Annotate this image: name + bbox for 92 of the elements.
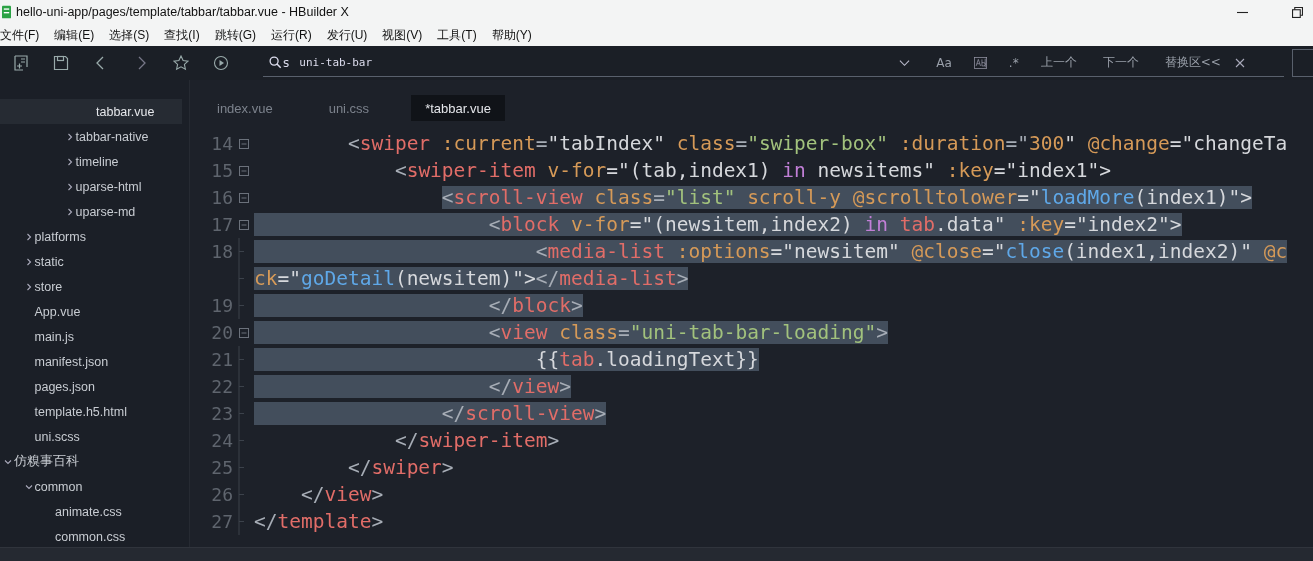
chevron-right-icon[interactable] [65, 157, 74, 166]
tree-item[interactable]: uparse-html [0, 174, 182, 199]
tree-item[interactable]: animate.css [0, 499, 182, 524]
chevron-down-icon[interactable] [4, 457, 12, 466]
line-number: 22 [210, 376, 233, 397]
line-number: 25 [210, 457, 233, 478]
chevron-right-icon[interactable] [24, 232, 33, 241]
regex-button[interactable]: .* [1008, 55, 1019, 70]
tree-item[interactable]: common [0, 474, 182, 499]
code-line: <swiper-item v-for="(tab,index1) in newsitems" :key="index1"> [393, 159, 1112, 182]
tree-item[interactable]: pages.json [0, 374, 182, 399]
chevron-down-icon[interactable] [24, 482, 33, 491]
whole-word-icon[interactable] [973, 56, 987, 69]
chevron-right-icon[interactable] [65, 182, 74, 191]
line-number: 19 [210, 295, 233, 316]
code-line: {{tab.loadingText}} [254, 348, 759, 371]
menu-item[interactable]: 帮助(Y) [491, 26, 532, 44]
tree-item[interactable]: template.h5.html [0, 399, 182, 424]
search-field[interactable]: uni-tab-bar [299, 56, 890, 69]
code-line: </scroll-view> [254, 402, 607, 425]
menu-item[interactable]: 查找(I) [164, 26, 200, 44]
menu-item[interactable]: 视图(V) [382, 26, 423, 44]
search-mode: s [283, 55, 290, 70]
line-number: 27 [210, 511, 233, 532]
tree-item[interactable]: static [0, 249, 182, 274]
star-icon[interactable] [173, 55, 189, 71]
line-number: 14 [210, 133, 233, 154]
menu-item[interactable]: 文件(F) [0, 26, 40, 44]
line-number: 26 [210, 484, 233, 505]
chevron-right-icon[interactable] [65, 207, 74, 216]
caret-icon[interactable] [899, 58, 911, 67]
code-line: </block> [254, 294, 583, 317]
fold-icon[interactable] [238, 165, 249, 176]
tree-item[interactable]: main.js [0, 324, 182, 349]
window-title: hello-uni-app/pages/template/tabbar/tabbar.vue - HBuilder X [16, 5, 349, 19]
tree-item[interactable]: common.css [0, 524, 182, 549]
tree-item[interactable]: tabbar.vue [0, 99, 182, 124]
code-line: </view> [254, 375, 571, 398]
editor-tab[interactable]: index.vue [215, 95, 287, 121]
line-number: 23 [210, 403, 233, 424]
fold-icon[interactable] [238, 327, 249, 338]
menu-item[interactable]: 编辑(E) [54, 26, 95, 44]
tree-item[interactable]: uni.scss [0, 424, 182, 449]
fold-icon[interactable] [238, 138, 249, 149]
menu-item[interactable]: 选择(S) [109, 26, 150, 44]
tree-item[interactable]: tabbar-native [0, 124, 182, 149]
code-line: <scroll-view class="list" scroll-y @scrolltolower="loadMore(index1)"> [440, 186, 1252, 209]
menu-item[interactable]: 跳转(G) [214, 26, 256, 44]
chevron-right-icon[interactable] [24, 282, 33, 291]
menu-item[interactable]: 运行(R) [271, 26, 312, 44]
code-line: <block v-for="(newsitem,index2) in tab.data" :key="index2"> [254, 213, 1182, 236]
line-number: 16 [210, 187, 233, 208]
tree-item[interactable]: store [0, 274, 182, 299]
line-number: 20 [210, 322, 233, 343]
line-number: 24 [210, 430, 233, 451]
code-line: <swiper :current="tabIndex" class="swiper-box" :duration="300" @change="changeTa [346, 132, 1288, 155]
save-icon[interactable] [53, 55, 69, 71]
code-line: <media-list :options="newsitem" @close="close(index1,index2)" @c [254, 240, 1288, 263]
line-number: 18 [210, 241, 233, 262]
new-file-icon[interactable] [13, 55, 29, 71]
menu-item[interactable]: 工具(T) [437, 26, 477, 44]
next-button[interactable]: 下一个 [1102, 54, 1139, 71]
fold-icon[interactable] [238, 192, 249, 203]
code-line: </swiper> [346, 456, 454, 479]
cut-button[interactable] [1292, 49, 1313, 77]
editor-tab[interactable]: uni.css [326, 95, 384, 121]
editor-tab[interactable]: *tabbar.vue [411, 95, 505, 121]
tree-item[interactable]: 仿糗事百科 [0, 449, 182, 474]
code-line: <view class="uni-tab-bar-loading"> [254, 321, 889, 344]
line-number: 15 [210, 160, 233, 181]
chevron-right-icon[interactable] [65, 132, 74, 141]
replace-toggle-button[interactable]: 替换区<< [1164, 54, 1221, 71]
run-icon[interactable] [213, 55, 229, 71]
tree-item[interactable]: manifest.json [0, 349, 182, 374]
code-line: ck="goDetail(newsitem)"></media-list> [254, 267, 689, 290]
previous-button[interactable]: 上一个 [1040, 54, 1077, 71]
tree-item[interactable]: timeline [0, 149, 182, 174]
tree-item[interactable]: App.vue [0, 299, 182, 324]
tree-item[interactable]: uparse-md [0, 199, 182, 224]
search-icon [269, 56, 282, 69]
match-case-button[interactable]: Aa [936, 55, 952, 70]
fold-icon[interactable] [238, 219, 249, 230]
menu-item[interactable]: 发行(U) [326, 26, 368, 44]
code-line: </swiper-item> [393, 429, 560, 452]
line-number: 17 [210, 214, 233, 235]
code-line: </template> [254, 510, 384, 533]
code-line: </view> [299, 483, 384, 506]
tree-item[interactable]: platforms [0, 224, 182, 249]
close-icon[interactable] [1234, 57, 1245, 68]
chevron-right-icon[interactable] [24, 257, 33, 266]
line-number: 21 [210, 349, 233, 370]
restore-icon[interactable] [1292, 6, 1303, 18]
